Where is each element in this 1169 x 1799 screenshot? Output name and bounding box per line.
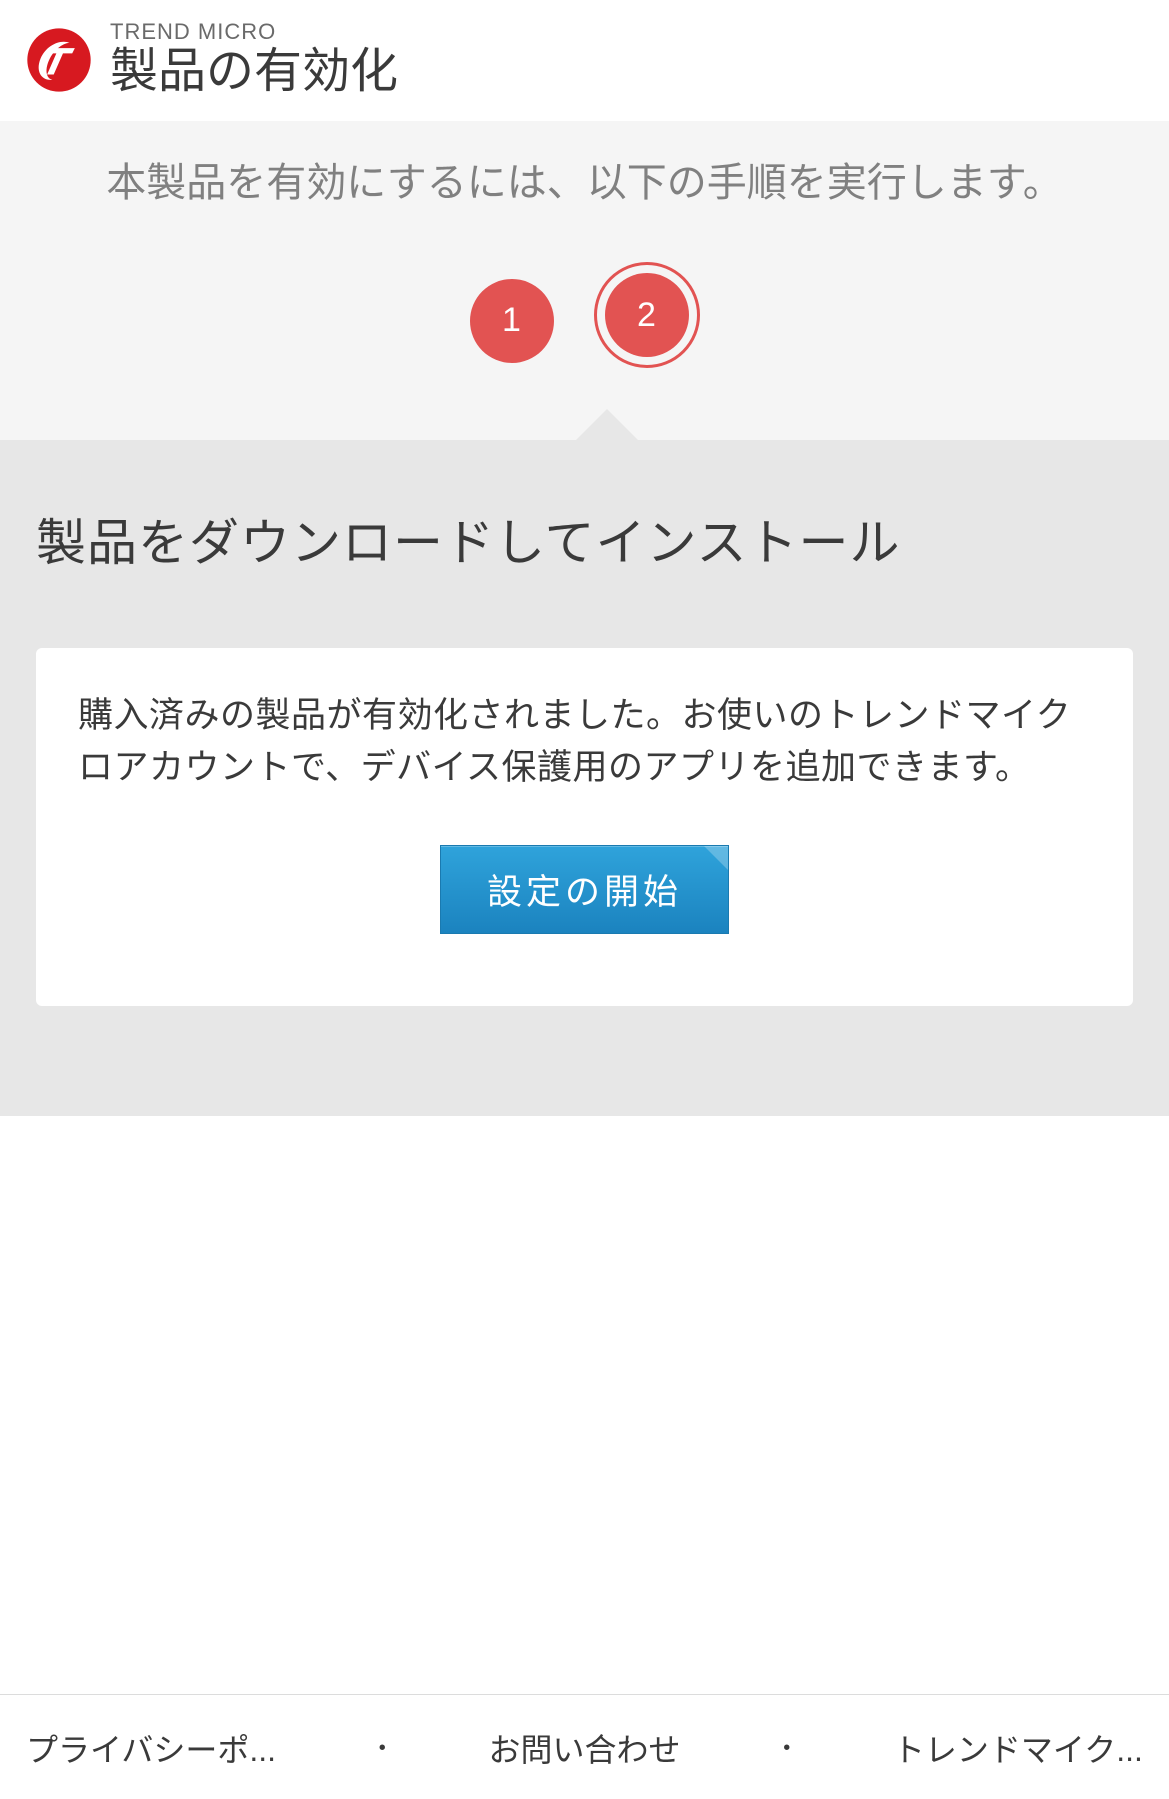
cta-wrap: 設定の開始 (78, 845, 1091, 934)
footer-link-trendmicro[interactable]: トレンドマイク... (893, 1725, 1143, 1771)
footer: プライバシーポ... • お問い合わせ • トレンドマイク... (0, 1694, 1169, 1799)
active-step-pointer-icon (575, 409, 639, 441)
main-title: 製品をダウンロードしてインストール (36, 510, 1133, 578)
card-description: 購入済みの製品が有効化されました。お使いのトレンドマイクロアカウントで、デバイス… (78, 690, 1091, 795)
footer-separator: • (379, 1737, 386, 1760)
footer-link-privacy[interactable]: プライバシーポ... (26, 1725, 276, 1771)
intro-section: 本製品を有効にするには、以下の手順を実行します。 1 2 (0, 121, 1169, 440)
start-setup-button[interactable]: 設定の開始 (440, 845, 729, 934)
brand-label: TREND MICRO (110, 20, 398, 44)
intro-text: 本製品を有効にするには、以下の手順を実行します。 (38, 155, 1131, 211)
trendmicro-logo-icon (26, 27, 92, 93)
activation-card: 購入済みの製品が有効化されました。お使いのトレンドマイクロアカウントで、デバイス… (36, 648, 1133, 1006)
step-2-inner: 2 (605, 273, 689, 357)
step-1[interactable]: 1 (470, 279, 554, 363)
steps-row: 1 2 (470, 273, 700, 368)
footer-separator: • (783, 1737, 790, 1760)
header: TREND MICRO 製品の有効化 (0, 0, 1169, 121)
header-text: TREND MICRO 製品の有効化 (110, 20, 398, 99)
page-title: 製品の有効化 (110, 44, 398, 99)
footer-link-contact[interactable]: お問い合わせ (488, 1725, 680, 1771)
step-2-active[interactable]: 2 (594, 262, 700, 368)
step-indicator: 1 2 (38, 211, 1131, 440)
main-section: 製品をダウンロードしてインストール 購入済みの製品が有効化されました。お使いのト… (0, 440, 1169, 1116)
